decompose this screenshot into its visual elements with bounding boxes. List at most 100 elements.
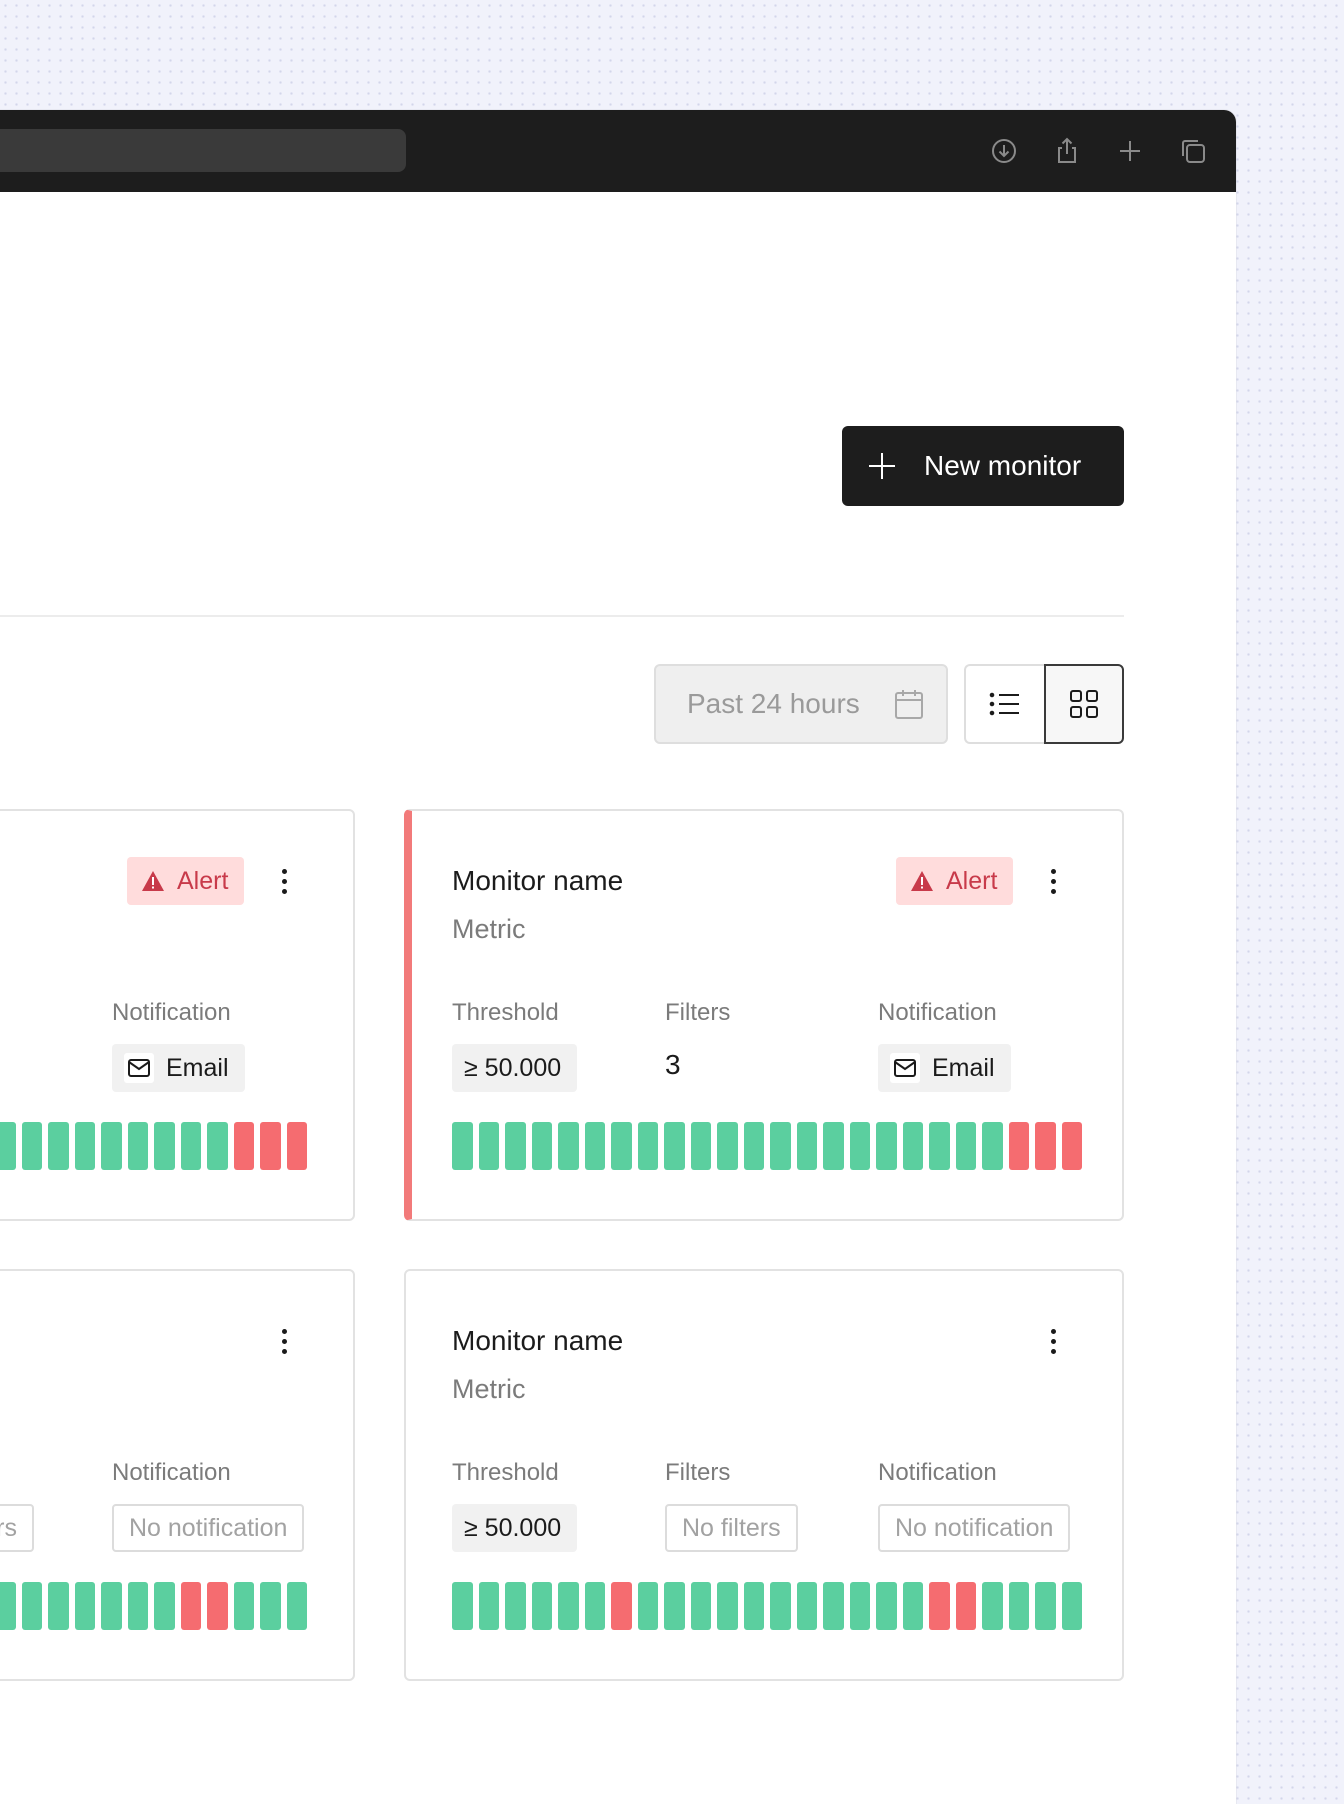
status-bar-ok[interactable] <box>0 1122 16 1170</box>
status-bar-ok[interactable] <box>929 1122 950 1170</box>
time-range-picker[interactable]: Past 24 hours <box>654 664 948 744</box>
status-bar-ok[interactable] <box>743 1582 764 1630</box>
notification-label: Notification <box>878 1459 997 1486</box>
status-bar-ok[interactable] <box>127 1582 148 1630</box>
status-bar-ok[interactable] <box>664 1582 685 1630</box>
status-bar-ok[interactable] <box>955 1122 976 1170</box>
status-bar-alert[interactable] <box>929 1582 950 1630</box>
monitor-name: Monitor name <box>452 1325 624 1356</box>
address-bar[interactable] <box>0 129 406 172</box>
more-options-icon[interactable] <box>1038 1321 1068 1361</box>
status-bar-ok[interactable] <box>584 1582 605 1630</box>
share-icon[interactable] <box>1050 134 1084 168</box>
status-bar-ok[interactable] <box>154 1582 175 1630</box>
status-bar-ok[interactable] <box>717 1122 738 1170</box>
status-bar-ok[interactable] <box>101 1582 122 1630</box>
new-tab-icon[interactable] <box>1113 134 1147 168</box>
status-bar-ok[interactable] <box>823 1122 844 1170</box>
status-bar-ok[interactable] <box>637 1582 658 1630</box>
status-bar-ok[interactable] <box>849 1582 870 1630</box>
browser-titlebar <box>0 110 1236 192</box>
status-bar-ok[interactable] <box>1035 1582 1056 1630</box>
filters-count: 3 <box>665 1049 681 1080</box>
download-icon[interactable] <box>987 134 1021 168</box>
monitor-name: Monitor name <box>452 865 624 896</box>
status-bar-ok[interactable] <box>505 1582 526 1630</box>
status-bar-ok[interactable] <box>637 1122 658 1170</box>
status-bar-alert[interactable] <box>611 1582 632 1630</box>
more-options-icon[interactable] <box>269 1321 299 1361</box>
grid-icon <box>1070 690 1098 718</box>
status-bar-alert[interactable] <box>180 1582 201 1630</box>
status-bar-ok[interactable] <box>478 1122 499 1170</box>
status-bar-ok[interactable] <box>21 1122 42 1170</box>
status-bar-ok[interactable] <box>876 1582 897 1630</box>
status-bar-ok[interactable] <box>48 1582 69 1630</box>
status-bar-ok[interactable] <box>0 1582 16 1630</box>
grid-view-button[interactable] <box>1044 664 1124 744</box>
status-bar-ok[interactable] <box>743 1122 764 1170</box>
status-bar-ok[interactable] <box>690 1582 711 1630</box>
status-bar-ok[interactable] <box>478 1582 499 1630</box>
monitor-card[interactable]: Monitor name Metric Alert Threshold Filt… <box>404 809 1124 1221</box>
status-bar-alert[interactable] <box>286 1122 307 1170</box>
status-bar-ok[interactable] <box>154 1122 175 1170</box>
status-bar-ok[interactable] <box>233 1582 254 1630</box>
status-bar-ok[interactable] <box>260 1582 281 1630</box>
monitor-card[interactable]: Alert Notification Email <box>0 809 355 1221</box>
status-bar-ok[interactable] <box>1061 1582 1082 1630</box>
status-bar-ok[interactable] <box>611 1122 632 1170</box>
status-bar-alert[interactable] <box>207 1582 228 1630</box>
status-bar-ok[interactable] <box>286 1582 307 1630</box>
status-bar-ok[interactable] <box>823 1582 844 1630</box>
status-bar-ok[interactable] <box>876 1122 897 1170</box>
status-bar-ok[interactable] <box>982 1582 1003 1630</box>
new-monitor-button[interactable]: New monitor <box>842 426 1124 506</box>
status-bar-ok[interactable] <box>452 1582 473 1630</box>
status-bar-ok[interactable] <box>982 1122 1003 1170</box>
status-bar-alert[interactable] <box>955 1582 976 1630</box>
monitor-card[interactable]: Monitor name Metric Threshold Filters No… <box>404 1269 1124 1681</box>
status-bar-ok[interactable] <box>452 1122 473 1170</box>
status-bar-ok[interactable] <box>127 1122 148 1170</box>
monitor-card[interactable]: Notification rs No notification <box>0 1269 355 1681</box>
status-bar-ok[interactable] <box>531 1122 552 1170</box>
monitor-metric: Metric <box>452 914 526 944</box>
status-bar-alert[interactable] <box>1035 1122 1056 1170</box>
status-bar-ok[interactable] <box>207 1122 228 1170</box>
status-bar-ok[interactable] <box>48 1122 69 1170</box>
status-bar-ok[interactable] <box>74 1582 95 1630</box>
status-bar-ok[interactable] <box>558 1582 579 1630</box>
status-bar-alert[interactable] <box>260 1122 281 1170</box>
warning-icon <box>142 871 164 891</box>
status-bar-ok[interactable] <box>584 1122 605 1170</box>
status-bar-alert[interactable] <box>1008 1122 1029 1170</box>
status-bar-ok[interactable] <box>770 1122 791 1170</box>
status-bar-ok[interactable] <box>717 1582 738 1630</box>
status-bar-ok[interactable] <box>770 1582 791 1630</box>
status-bar-ok[interactable] <box>902 1122 923 1170</box>
tabs-overview-icon[interactable] <box>1176 134 1210 168</box>
status-bar-ok[interactable] <box>74 1122 95 1170</box>
status-bar-ok[interactable] <box>690 1122 711 1170</box>
status-bar-ok[interactable] <box>21 1582 42 1630</box>
status-bar-ok[interactable] <box>558 1122 579 1170</box>
status-bar-ok[interactable] <box>664 1122 685 1170</box>
more-options-icon[interactable] <box>1038 861 1068 901</box>
status-bar-ok[interactable] <box>796 1582 817 1630</box>
status-bar-ok[interactable] <box>796 1122 817 1170</box>
status-bar-ok[interactable] <box>505 1122 526 1170</box>
filters-label: Filters <box>665 999 731 1026</box>
status-bar-ok[interactable] <box>531 1582 552 1630</box>
alert-badge: Alert <box>896 857 1014 905</box>
status-bar-ok[interactable] <box>1008 1582 1029 1630</box>
status-bars <box>0 1582 307 1630</box>
status-bar-ok[interactable] <box>902 1582 923 1630</box>
list-view-button[interactable] <box>964 664 1044 744</box>
more-options-icon[interactable] <box>269 861 299 901</box>
status-bar-alert[interactable] <box>1061 1122 1082 1170</box>
status-bar-ok[interactable] <box>849 1122 870 1170</box>
status-bar-ok[interactable] <box>101 1122 122 1170</box>
status-bar-ok[interactable] <box>180 1122 201 1170</box>
status-bar-alert[interactable] <box>233 1122 254 1170</box>
